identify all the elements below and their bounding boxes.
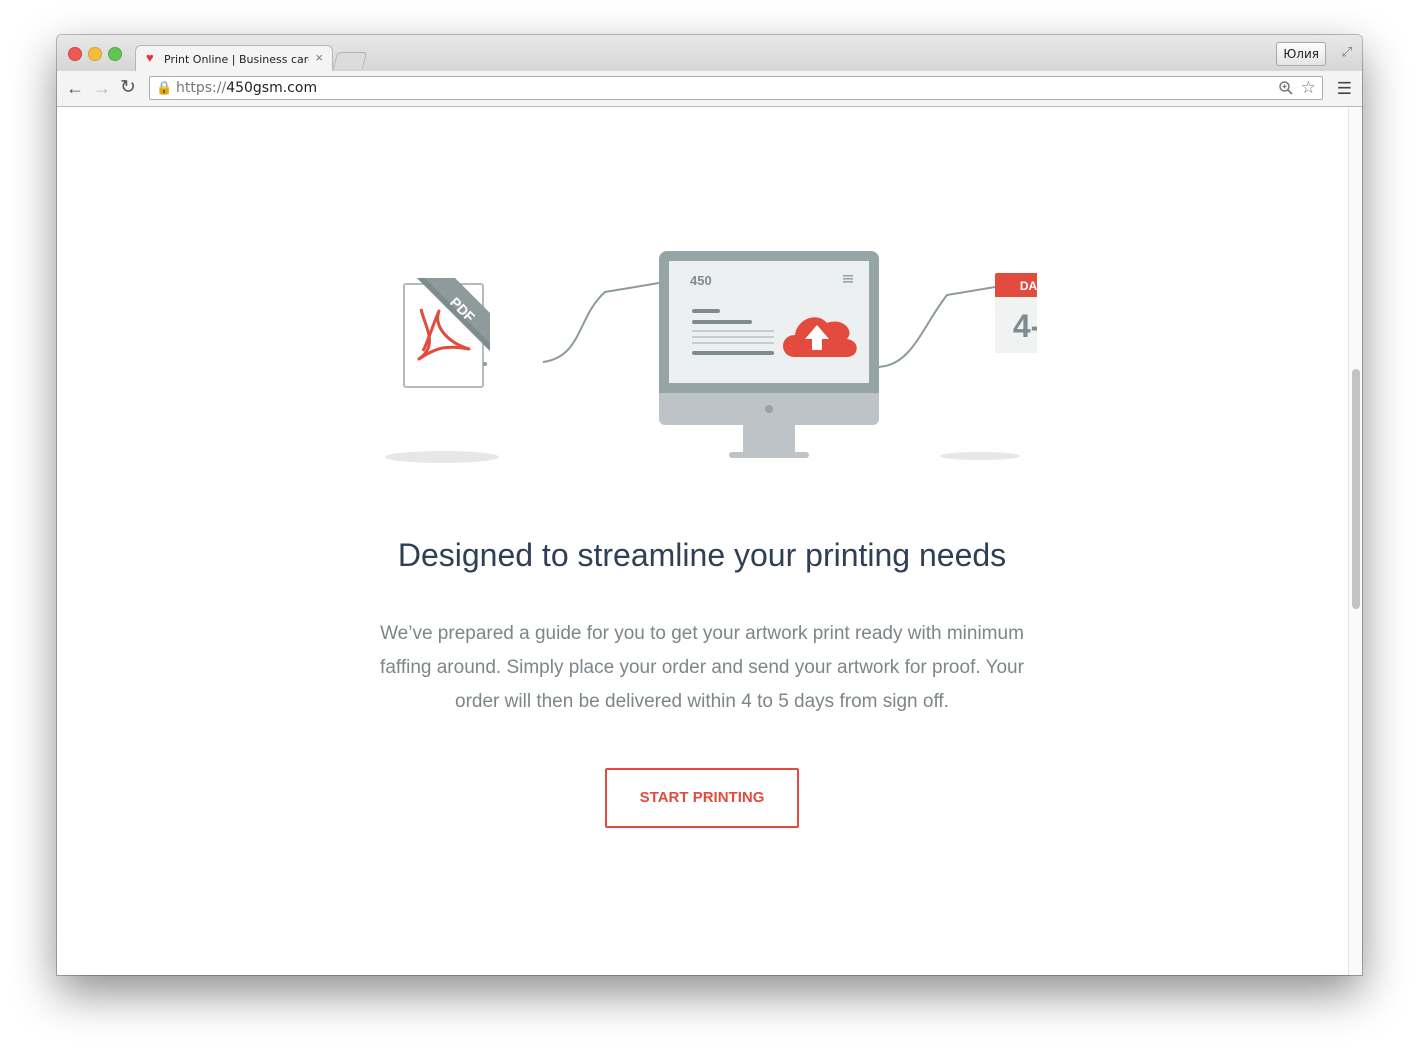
page-title: Designed to streamline your printing nee… [397,537,1007,573]
pdf-document-icon: PDF [403,278,490,388]
cable-right [878,286,996,368]
monitor-icon: 450 [659,251,879,458]
url-host: 450gsm.com [226,80,318,96]
intro-paragraph: We’ve prepared a guide for you to get yo… [380,623,1024,712]
profile-button[interactable]: Юлия [1276,42,1326,66]
maximize-window-button[interactable] [108,47,122,61]
zoom-icon[interactable] [1278,80,1294,96]
url-text[interactable]: https://450gsm.com [176,80,317,96]
start-printing-button[interactable]: START PRINTING [605,768,799,828]
address-bar[interactable]: 🔒 https://450gsm.com ☆ [149,76,1323,100]
new-tab-button[interactable] [332,52,368,69]
fullscreen-icon[interactable]: ⤢ [1342,44,1352,60]
lock-warning-icon[interactable]: 🔒 [156,80,172,96]
vertical-scrollbar[interactable] [1348,107,1362,975]
scrollbar-thumb[interactable] [1352,369,1360,609]
days-label: DAYS [1020,279,1037,293]
back-arrow-icon[interactable]: ← [66,78,84,98]
bookmark-star-icon[interactable]: ☆ [1301,78,1316,98]
minimize-window-button[interactable] [88,47,102,61]
calendar-icon: DAYS 4-5 [995,273,1037,353]
tab-title: Print Online | Business card [164,53,309,66]
forward-arrow-icon[interactable]: → [93,78,111,98]
pdf-shadow [385,451,499,463]
days-value: 4-5 [1013,308,1037,344]
browser-toolbar: ← → ↻ 🔒 https://450gsm.com ☆ ☰ [57,71,1362,107]
browser-window: ♥ Print Online | Business card × Юлия ⤢ … [57,35,1362,975]
reload-icon[interactable]: ↻ [120,78,136,98]
heart-favicon-icon: ♥ [146,50,154,65]
calendar-shadow [940,452,1020,460]
url-scheme: https:// [176,80,227,96]
browser-tab[interactable]: ♥ Print Online | Business card × [135,45,333,72]
tab-close-icon[interactable]: × [315,51,323,65]
monitor-logo-text: 450 [690,273,712,288]
workflow-illustration: PDF 450 DA 4 [385,251,1037,463]
menu-icon[interactable]: ☰ [1337,79,1352,99]
title-bar: ♥ Print Online | Business card × Юлия ⤢ [57,35,1362,72]
cable-left [542,282,660,363]
close-window-button[interactable] [68,47,82,61]
page-content: PDF 450 DA 4 Designed to streamline your… [57,107,1362,975]
